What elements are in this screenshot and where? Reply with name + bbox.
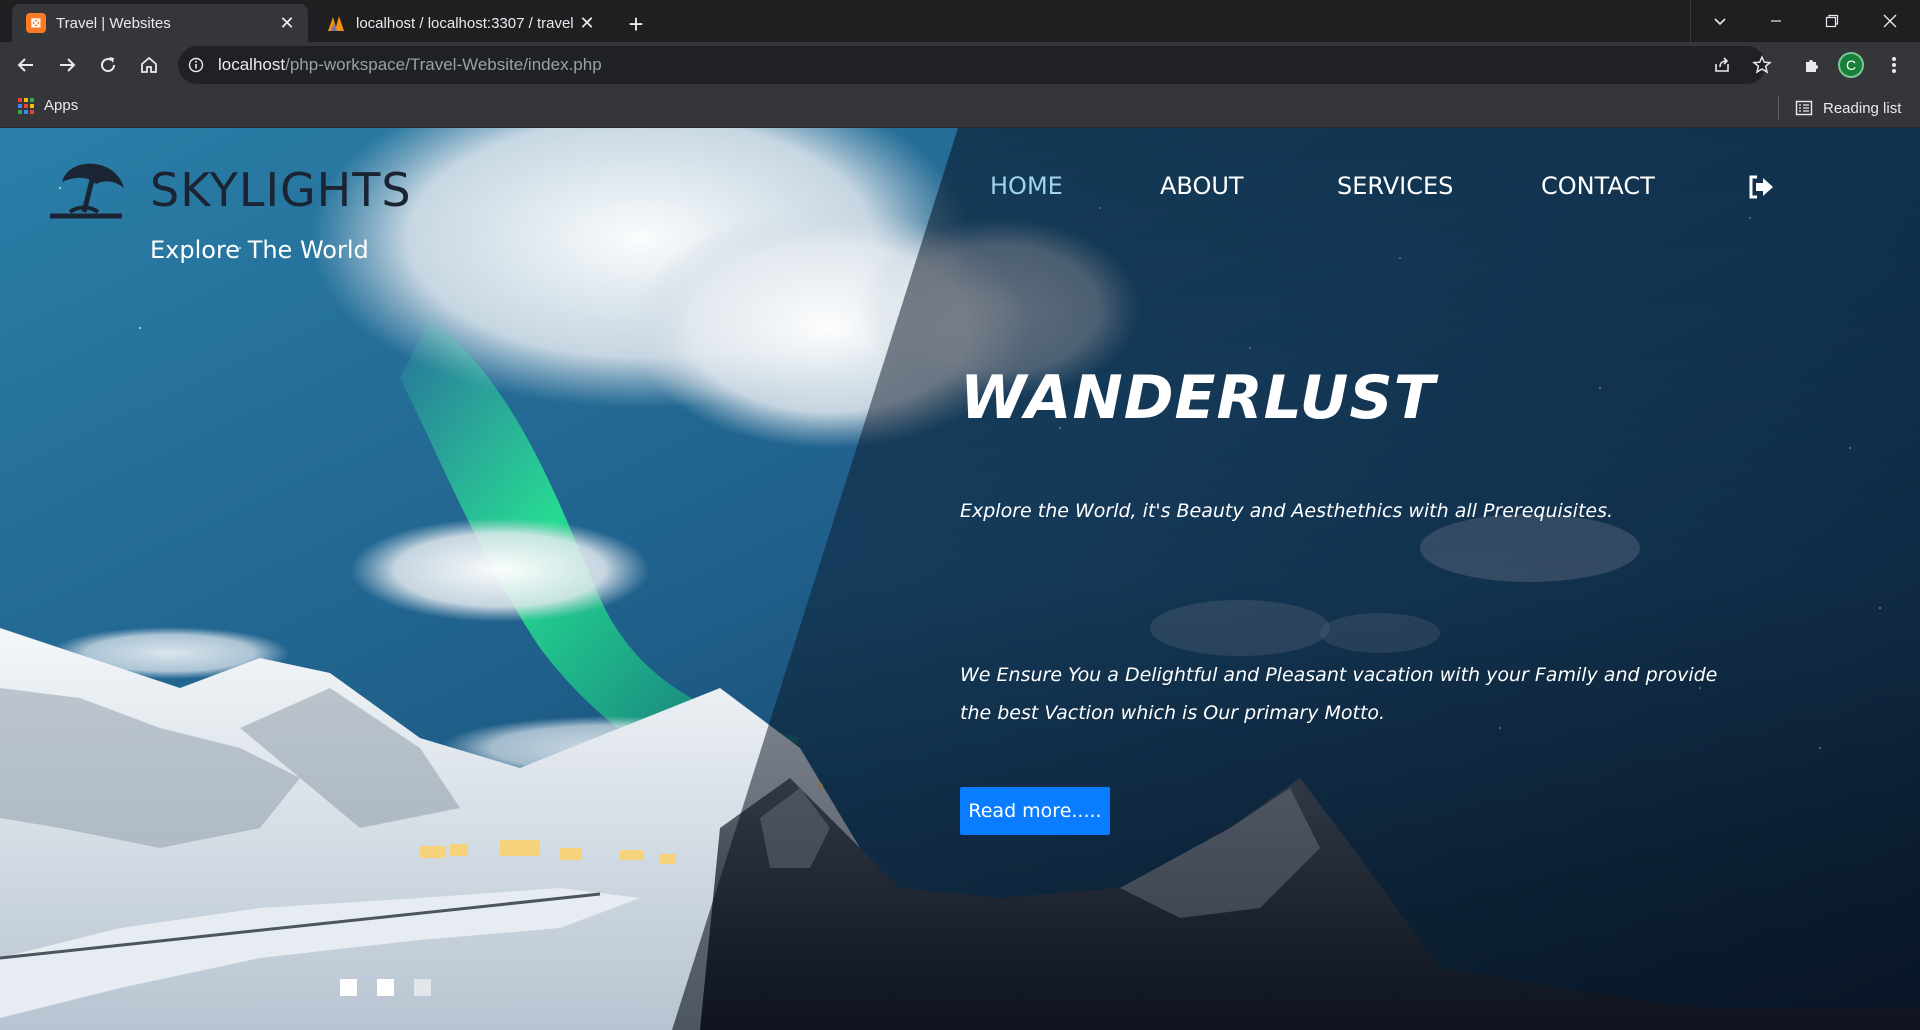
- apps-grid-icon: [18, 97, 34, 114]
- beach-umbrella-icon: [50, 163, 124, 219]
- chevron-down-icon: [1714, 18, 1726, 26]
- star-icon[interactable]: [1748, 51, 1776, 79]
- logout-icon[interactable]: [1746, 172, 1776, 202]
- slider-dot-3[interactable]: [414, 979, 431, 996]
- hero-paragraph: We Ensure You a Delightful and Pleasant …: [960, 664, 1718, 724]
- website-page: SKYLIGHTS Explore The World HOME ABOUT S…: [0, 128, 1920, 1030]
- minimize-button[interactable]: [1748, 0, 1804, 42]
- phpmyadmin-icon: [326, 13, 346, 33]
- bookmarks-bar: Apps Reading list: [0, 88, 1920, 128]
- tab-search-button[interactable]: [1692, 0, 1748, 42]
- slider-dot-2[interactable]: [377, 979, 394, 996]
- new-tab-button[interactable]: +: [620, 8, 652, 40]
- tab-title: Travel | Websites: [56, 14, 171, 32]
- browser-tab-strip: ⊠ Travel | Websites ✕ localhost / localh…: [0, 0, 1920, 42]
- extensions-icon[interactable]: [1798, 51, 1826, 79]
- hero-title: WANDERLUST: [960, 363, 1436, 433]
- back-button[interactable]: [10, 49, 42, 81]
- close-icon[interactable]: ✕: [274, 10, 300, 36]
- close-icon[interactable]: ✕: [574, 10, 600, 36]
- menu-icon[interactable]: [1880, 51, 1908, 79]
- site-logo[interactable]: SKYLIGHTS: [48, 158, 412, 222]
- home-button[interactable]: [133, 49, 165, 81]
- profile-avatar[interactable]: C: [1838, 52, 1864, 78]
- tab-travel-websites[interactable]: ⊠ Travel | Websites ✕: [12, 4, 308, 42]
- arrow-left-icon: [17, 58, 33, 72]
- close-window-button[interactable]: [1862, 0, 1918, 42]
- forward-button[interactable]: [51, 49, 83, 81]
- browser-toolbar: localhost/php-workspace/Travel-Website/i…: [0, 42, 1920, 88]
- tab-phpmyadmin[interactable]: localhost / localhost:3307 / travel ✕: [312, 4, 608, 42]
- nav-services[interactable]: SERVICES: [1337, 172, 1453, 200]
- reading-list-label: Reading list: [1823, 99, 1902, 117]
- arrow-right-icon: [60, 58, 76, 72]
- logo-text: SKYLIGHTS: [150, 163, 412, 217]
- xampp-icon: ⊠: [26, 13, 46, 33]
- nav-about[interactable]: ABOUT: [1160, 172, 1244, 200]
- reload-icon: [101, 57, 116, 73]
- slider-dots: [340, 979, 431, 996]
- apps-bookmark[interactable]: Apps: [18, 97, 78, 114]
- reading-list-button[interactable]: Reading list: [1778, 96, 1901, 120]
- divider: [1690, 0, 1691, 42]
- read-more-button[interactable]: Read more.....: [960, 787, 1110, 835]
- reading-list-icon: [1795, 100, 1813, 116]
- nav-contact[interactable]: CONTACT: [1541, 172, 1655, 200]
- slider-dot-1[interactable]: [340, 979, 357, 996]
- address-bar[interactable]: localhost/php-workspace/Travel-Website/i…: [178, 46, 1766, 84]
- tagline: Explore The World: [150, 236, 369, 264]
- hero-subtitle: Explore the World, it's Beauty and Aesth…: [960, 500, 1614, 522]
- home-icon: [141, 56, 157, 73]
- restore-button[interactable]: [1804, 0, 1860, 42]
- tab-title: localhost / localhost:3307 / travel: [356, 14, 574, 32]
- url-text: localhost/php-workspace/Travel-Website/i…: [218, 55, 602, 74]
- share-icon[interactable]: [1708, 51, 1736, 79]
- apps-label: Apps: [44, 97, 79, 114]
- nav-home[interactable]: HOME: [990, 172, 1063, 200]
- info-icon[interactable]: [186, 55, 206, 75]
- reload-button[interactable]: [92, 49, 124, 81]
